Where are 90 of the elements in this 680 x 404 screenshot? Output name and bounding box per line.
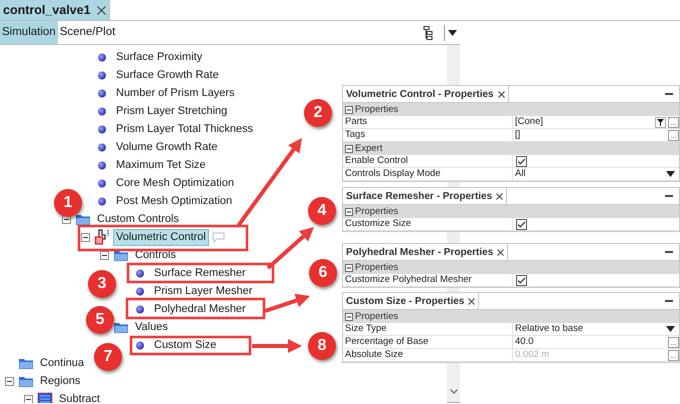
folder-icon [18, 374, 34, 388]
callout-number: 7 [94, 343, 122, 371]
checkbox[interactable] [516, 218, 527, 230]
close-icon[interactable] [498, 90, 505, 98]
checkbox[interactable] [516, 274, 527, 286]
group-header[interactable]: Properties [343, 261, 679, 274]
dropdown-arrow-icon[interactable] [448, 30, 457, 36]
collapse-icon[interactable] [345, 144, 353, 152]
chevron-down-icon[interactable] [450, 389, 458, 394]
group-label: Properties [355, 104, 398, 114]
tree-item[interactable]: Controls [132, 246, 179, 264]
tree-item[interactable]: Surface Proximity [113, 48, 206, 66]
tree-item[interactable]: Custom Size [151, 336, 220, 354]
group-label: Properties [355, 206, 398, 216]
group-header[interactable]: Properties [343, 310, 679, 323]
tree-item[interactable]: Post Mesh Optimization [113, 192, 236, 210]
collapse-icon[interactable] [80, 232, 90, 242]
checkbox[interactable] [516, 156, 527, 166]
tree-item[interactable]: Prism Layer Mesher [151, 282, 256, 300]
group-header[interactable]: Properties [343, 103, 679, 116]
property-value[interactable]: [Cone] [515, 117, 653, 127]
panel-title: Custom Size - Properties [346, 294, 464, 308]
property-name: Parts [345, 117, 368, 127]
property-name: Controls Display Mode [345, 169, 441, 179]
property-name: Size Type [345, 324, 387, 334]
close-icon[interactable] [496, 192, 504, 200]
panel-title: Polyhedral Mesher - Properties [346, 246, 494, 260]
property-name: Customize Polyhedral Mesher [345, 275, 472, 285]
filter-icon[interactable] [655, 116, 666, 128]
group-label: Properties [355, 262, 398, 272]
tree-item[interactable]: Values [132, 318, 171, 336]
property-name: Customize Size [345, 219, 411, 229]
dropdown-arrow-icon[interactable] [666, 171, 675, 177]
tree-item[interactable]: Custom Controls [94, 210, 182, 228]
collapse-icon[interactable] [345, 264, 353, 272]
tree-item[interactable]: Volume Growth Rate [113, 138, 220, 156]
property-name: Percentage of Base [345, 337, 428, 347]
tree-item[interactable]: Prism Layer Stretching [113, 102, 230, 120]
view-tab[interactable]: Simulation [0, 21, 58, 44]
comment-icon [212, 232, 225, 242]
collapse-icon[interactable] [24, 394, 32, 403]
group-label: Properties [355, 312, 398, 322]
folder-icon [113, 320, 129, 334]
callout-number: 1 [54, 189, 82, 217]
control-icon [94, 229, 110, 245]
group-header[interactable]: Properties [343, 205, 679, 218]
tree-item[interactable]: Number of Prism Layers [113, 84, 238, 102]
tree-item[interactable]: Continua [37, 354, 88, 372]
property-value[interactable]: [] [515, 130, 666, 140]
panel-title: Volumetric Control - Properties [346, 88, 494, 102]
property-value[interactable]: Relative to base [515, 324, 664, 334]
tree-item[interactable]: Surface Remesher [151, 264, 249, 282]
tree-item[interactable]: Prism Layer Total Thickness [113, 120, 256, 138]
tree-item[interactable]: Core Mesh Optimization [113, 174, 237, 192]
tree-item[interactable]: Volumetric Control [113, 228, 209, 246]
property-value[interactable]: 40.0 [515, 337, 666, 347]
callout-number: 8 [308, 332, 336, 360]
property-name: Tags [345, 130, 366, 140]
document-tab[interactable]: control_valve1 [0, 0, 110, 20]
collapse-icon[interactable] [100, 250, 108, 260]
folder-icon [18, 356, 34, 370]
callout-number: 2 [304, 99, 332, 127]
callout-number: 3 [88, 270, 116, 298]
collapse-icon[interactable] [345, 106, 353, 114]
arrow [252, 339, 302, 353]
close-icon[interactable] [497, 248, 504, 256]
tree-item[interactable]: Surface Growth Rate [113, 66, 222, 84]
group-label: Expert [355, 144, 382, 154]
tree-item[interactable]: Subtract [56, 390, 103, 403]
tree-item[interactable]: Maximum Tet Size [113, 156, 209, 174]
callout-number: 6 [309, 259, 337, 287]
tree-item[interactable]: Regions [37, 372, 84, 390]
property-name: Enable Control [345, 156, 408, 166]
collapse-icon[interactable] [345, 208, 353, 216]
panel-title: Surface Remesher - Properties [346, 190, 492, 204]
close-icon[interactable] [96, 6, 106, 14]
part-icon [37, 392, 53, 403]
collapse-icon[interactable] [345, 312, 353, 320]
view-tab[interactable]: Scene/Plot [58, 21, 118, 44]
dropdown-arrow-icon[interactable] [666, 326, 675, 332]
collapse-icon[interactable] [4, 376, 14, 386]
callout-number: 4 [308, 197, 336, 225]
property-value[interactable]: All [515, 169, 664, 179]
property-name: Absolute Size [345, 350, 404, 360]
close-icon[interactable] [468, 298, 476, 304]
callout-number: 5 [86, 306, 114, 334]
tree-item[interactable]: Polyhedral Mesher [151, 300, 249, 318]
arrow [264, 294, 310, 313]
folder-icon [75, 212, 91, 226]
group-header[interactable]: Expert [343, 142, 679, 155]
